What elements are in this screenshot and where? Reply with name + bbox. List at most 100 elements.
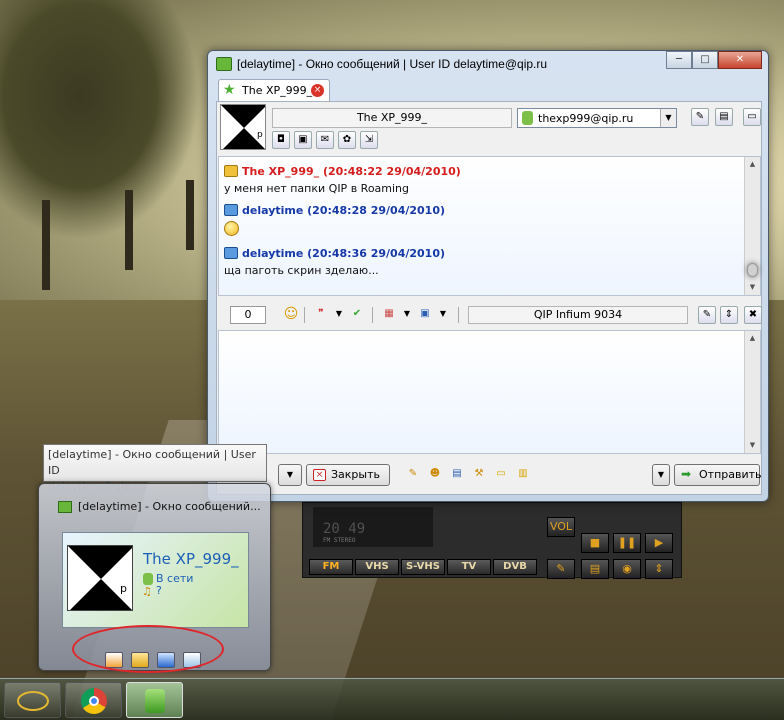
radio-player: 20 49 FM STEREO FM VHS S-VHS TV DVB VOL … xyxy=(302,502,682,579)
thumbnail-name: The XP_999_ xyxy=(143,550,239,568)
input-toolbar: 0 ☺ ❞ ▼ ✔ ▦ ▼ ▣ ▼ QIP Infium 9034 ✎ ⇕ ✖ xyxy=(218,302,762,328)
highlight-oval xyxy=(72,625,224,673)
maximize-button[interactable]: □ xyxy=(692,51,718,69)
taskbar-app-chrome[interactable] xyxy=(65,682,122,718)
contact-name-field: The XP_999_ xyxy=(272,108,512,128)
thumbnail-title: [delaytime] - Окно сообщений... xyxy=(78,500,261,513)
camera-icon[interactable]: ◘ xyxy=(272,131,290,149)
radio-film-button[interactable]: ▤ xyxy=(581,559,609,579)
scroll-up-icon[interactable]: ▲ xyxy=(745,331,760,346)
qip-icon xyxy=(145,689,165,713)
radio-svhs-button[interactable]: S-VHS xyxy=(401,559,445,575)
close-chat-button[interactable]: × Закрыть xyxy=(306,464,390,486)
thumbnail-contact-card[interactable]: р The XP_999_ В сети ♫ ? xyxy=(62,532,249,628)
input-scrollbar[interactable]: ▲ ▼ xyxy=(744,331,760,453)
radio-settings-button[interactable]: ✎ xyxy=(547,559,575,579)
scroll-down-icon[interactable]: ▼ xyxy=(745,438,760,453)
svg-text:р: р xyxy=(120,582,127,595)
radio-pause-button[interactable]: ❚❚ xyxy=(613,533,641,553)
message-header: delaytime (20:48:36 29/04/2010) xyxy=(224,247,445,260)
quote-icon[interactable]: ❞ xyxy=(312,306,330,324)
spellcheck-icon[interactable]: ✔ xyxy=(348,306,366,324)
log-scrollbar[interactable]: ▲ ▼ xyxy=(744,157,760,295)
player-icon xyxy=(17,691,49,711)
edit-icon[interactable]: ✎ xyxy=(698,306,716,324)
archive-icon[interactable]: ▥ xyxy=(514,466,532,484)
taskbar-app-player[interactable] xyxy=(4,682,61,718)
tab-label: The XP_999_ xyxy=(242,84,313,97)
users-icon[interactable]: ☻ xyxy=(426,466,444,484)
smiley-icon xyxy=(224,221,239,236)
options-dropdown-button[interactable]: ▼ xyxy=(278,464,302,486)
tab-the-xp-999[interactable]: ★ The XP_999_ × xyxy=(218,79,330,101)
message-text: у меня нет папки QIP в Roaming xyxy=(224,182,410,195)
tab-close-icon[interactable]: × xyxy=(311,84,324,97)
scroll-up-icon[interactable]: ▲ xyxy=(745,157,760,172)
mail-icon[interactable]: ✉ xyxy=(316,131,334,149)
radio-display: 20 49 FM STEREO xyxy=(313,507,433,547)
window-titlebar[interactable]: [delaytime] - Окно сообщений | User ID d… xyxy=(208,51,768,77)
folder-icon[interactable]: ▭ xyxy=(492,466,510,484)
chevron-down-icon[interactable]: ▼ xyxy=(434,306,452,324)
online-icon xyxy=(143,573,153,585)
minimize-button[interactable]: ─ xyxy=(666,51,692,69)
close-icon: × xyxy=(313,469,326,481)
contact-info-icon[interactable]: ✎ xyxy=(691,108,709,126)
tools-icon[interactable]: ⚒ xyxy=(470,466,488,484)
chevron-down-icon[interactable]: ▼ xyxy=(398,306,416,324)
radio-volume-control[interactable]: VOL xyxy=(547,517,575,537)
send-file-icon[interactable]: ⇲ xyxy=(360,131,378,149)
radio-scroll-button[interactable]: ⇕ xyxy=(645,559,673,579)
tv-icon[interactable]: ▣ xyxy=(294,131,312,149)
send-button[interactable]: ➡ Отправить xyxy=(674,464,762,486)
avatar: р xyxy=(67,545,133,611)
window-title: [delaytime] - Окно сообщений | User ID d… xyxy=(237,57,548,71)
taskbar-app-qip[interactable] xyxy=(126,682,183,718)
chevron-down-icon[interactable]: ▼ xyxy=(660,109,676,127)
radio-play-button[interactable]: ▶ xyxy=(645,533,673,553)
close-window-button[interactable]: ✕ xyxy=(718,51,762,69)
message-window: [delaytime] - Окно сообщений | User ID d… xyxy=(207,50,769,502)
radio-stop-button[interactable]: ■ xyxy=(581,533,609,553)
radio-record-button[interactable]: ◉ xyxy=(613,559,641,579)
taskbar-tooltip: [delaytime] - Окно сообщений | User ID d… xyxy=(43,444,267,493)
account-select[interactable]: thexp999@qip.ru ▼ xyxy=(517,108,677,128)
format-icon[interactable]: ✎ xyxy=(404,466,422,484)
headphones-icon: ♫ xyxy=(142,585,152,598)
message-header: The XP_999_ (20:48:22 29/04/2010) xyxy=(224,165,461,178)
avatar: р xyxy=(220,104,266,150)
bottom-bar: ▼ × Закрыть ✎ ☻ ▤ ⚒ ▭ ▥ ▼ ➡ Отправить xyxy=(218,458,762,492)
chat-icon xyxy=(58,501,72,513)
arrow-right-icon: ➡ xyxy=(681,467,692,481)
folder-icon[interactable]: ▭ xyxy=(743,108,761,126)
online-icon xyxy=(522,111,533,125)
scroll-thumb[interactable] xyxy=(747,263,758,277)
chevron-down-icon[interactable]: ▼ xyxy=(330,306,348,324)
radio-fm-button[interactable]: FM xyxy=(309,559,353,575)
save-icon[interactable]: ▣ xyxy=(416,306,434,324)
radio-tv-button[interactable]: TV xyxy=(447,559,491,575)
smiley-picker-icon[interactable]: ☺ xyxy=(282,306,300,324)
send-options-button[interactable]: ▼ xyxy=(652,464,670,486)
message-input[interactable]: ▲ ▼ xyxy=(218,330,761,454)
chat-panel: р The XP_999_ thexp999@qip.ru ▼ ✎ ▤ ▭ ◘ … xyxy=(216,101,762,495)
radio-vhs-button[interactable]: VHS xyxy=(355,559,399,575)
message-header: delaytime (20:48:28 29/04/2010) xyxy=(224,204,445,217)
message-text: ща паготь скрин зделаю... xyxy=(224,264,379,277)
char-counter: 0 xyxy=(230,306,266,324)
history-icon[interactable]: ▤ xyxy=(448,466,466,484)
taskbar xyxy=(0,678,784,720)
svg-text:р: р xyxy=(257,130,263,140)
flower-icon[interactable]: ✿ xyxy=(338,131,356,149)
calendar-icon[interactable]: ▦ xyxy=(380,306,398,324)
resize-icon[interactable]: ⇕ xyxy=(720,306,738,324)
chat-icon xyxy=(216,57,232,71)
scroll-down-icon[interactable]: ▼ xyxy=(745,280,760,295)
client-info: QIP Infium 9034 xyxy=(468,306,688,324)
star-icon: ★ xyxy=(223,82,236,98)
radio-dvb-button[interactable]: DVB xyxy=(493,559,537,575)
contact-card-icon[interactable]: ▤ xyxy=(715,108,733,126)
message-log[interactable]: The XP_999_ (20:48:22 29/04/2010) у меня… xyxy=(218,156,761,296)
clear-icon[interactable]: ✖ xyxy=(744,306,762,324)
thumbnail-extra: ? xyxy=(156,584,162,597)
